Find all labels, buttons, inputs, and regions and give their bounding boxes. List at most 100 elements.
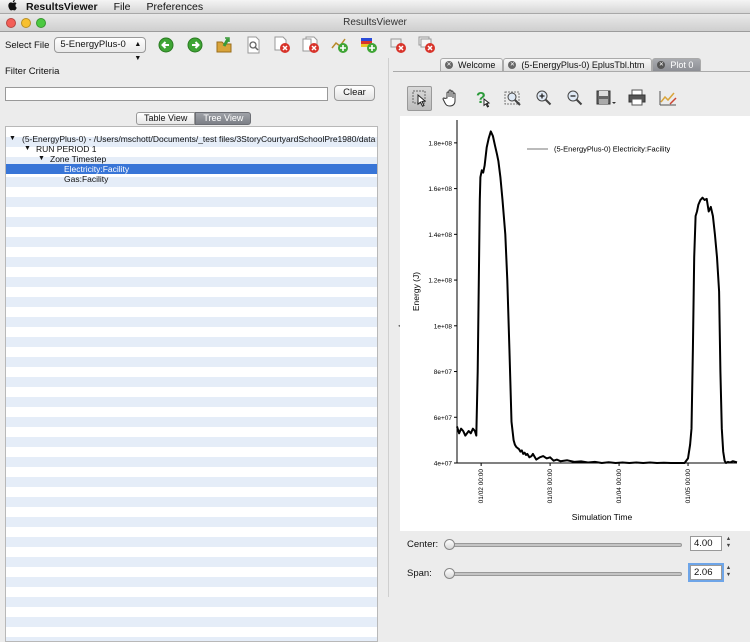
open-file-button[interactable] [215, 36, 233, 54]
x-tick-label: 01/04 00:00 [616, 469, 623, 504]
minimize-window-button[interactable] [21, 18, 31, 28]
close-tab-icon[interactable]: ✕ [657, 61, 666, 69]
close-file-button[interactable] [273, 36, 291, 54]
clear-button[interactable]: Clear [334, 85, 375, 101]
main-toolbar: Select File 5-EnergyPlus-0 ▲ ▼ [0, 32, 750, 62]
y-tick-label: 1.2e+08 [428, 278, 452, 285]
documents-remove-icon [302, 36, 320, 53]
add-color-map-icon [361, 38, 378, 53]
tab-tree-view[interactable]: Tree View [195, 112, 252, 125]
y-tick-label: 1e+08 [434, 323, 453, 330]
close-window-button[interactable] [6, 18, 16, 28]
tab-label: (5-EnergyPlus-0) EplusTbl.htm [521, 60, 645, 70]
tab-plot-0[interactable]: ✕ Plot 0 [652, 58, 702, 71]
document-tabs: ✕ Welcome ✕ (5-EnergyPlus-0) EplusTbl.ht… [440, 58, 702, 71]
zoom-box-icon [504, 91, 521, 106]
print-plot-button[interactable] [624, 86, 649, 111]
legend-entry: (5-EnergyPlus-0) Electricity:Facility [554, 145, 671, 154]
add-illuminance-button[interactable] [360, 36, 378, 54]
series-line [456, 130, 738, 464]
tree-row-label: (5-EnergyPlus-0) - /Users/mschott/Docume… [22, 134, 376, 144]
x-axis-label: Simulation Time [572, 512, 633, 522]
plot-toolbar: ? [407, 84, 686, 112]
tree-row-label: RUN PERIOD 1 [36, 144, 97, 154]
pan-tool-button[interactable] [438, 86, 463, 111]
tab-eplustbl[interactable]: ✕ (5-EnergyPlus-0) EplusTbl.htm [503, 58, 653, 71]
energy-line-chart[interactable]: 4e+07 6e+07 8e+07 1e+08 1.2e+08 1.4e+08 1.6e+0… [400, 116, 750, 531]
right-panel: ✕ Welcome ✕ (5-EnergyPlus-0) EplusTbl.ht… [393, 58, 750, 597]
close-all-files-button[interactable] [302, 36, 320, 54]
filter-criteria-label: Filter Criteria [5, 66, 60, 77]
save-plot-button[interactable] [593, 86, 618, 111]
tab-divider [393, 71, 750, 72]
view-tabs: Table View Tree View [136, 112, 252, 125]
remove-plot-button[interactable] [389, 36, 407, 54]
zoom-in-button[interactable] [531, 86, 556, 111]
close-tab-icon[interactable]: ✕ [445, 61, 453, 69]
y-tick-label: 1.8e+08 [428, 140, 452, 147]
center-label: Center: [407, 539, 439, 550]
close-tab-icon[interactable]: ✕ [508, 61, 517, 69]
y-axis-label: Energy (J) [411, 272, 421, 311]
center-stepper-arrows-icon[interactable]: ▲ ▼ [724, 536, 733, 551]
value-info-button[interactable]: ? [469, 86, 494, 111]
panel-splitter[interactable] [388, 58, 392, 597]
plot-properties-button[interactable] [655, 86, 680, 111]
span-slider-knob[interactable] [444, 568, 455, 579]
tab-table-view[interactable]: Table View [136, 112, 196, 125]
tab-welcome[interactable]: ✕ Welcome [440, 58, 504, 71]
back-arrow-icon [158, 37, 174, 53]
tree-row-gas-facility[interactable]: Gas:Facility [6, 174, 377, 184]
forward-arrow-icon [187, 37, 203, 53]
question-cursor-icon: ? [476, 90, 490, 108]
menu-file[interactable]: File [114, 1, 131, 13]
zoom-in-icon [536, 90, 551, 106]
zoom-out-button[interactable] [562, 86, 587, 111]
tree-row-label: Zone Timestep [50, 154, 107, 164]
forward-button[interactable] [186, 36, 204, 54]
add-plot-button[interactable] [331, 36, 349, 54]
apple-menu-icon[interactable] [0, 0, 26, 14]
center-slider-knob[interactable] [444, 539, 455, 550]
menu-bar: ResultsViewer File Preferences [0, 0, 750, 14]
zoom-box-button[interactable] [500, 86, 525, 111]
find-button[interactable] [244, 36, 262, 54]
expand-triangle-icon[interactable]: ▼ [9, 134, 16, 144]
back-button[interactable] [157, 36, 175, 54]
expand-triangle-icon[interactable]: ▼ [24, 144, 31, 154]
tree-row-file[interactable]: ▼ (5-EnergyPlus-0) - /Users/mschott/Docu… [6, 134, 377, 144]
span-spinbox[interactable]: 2.06 [688, 563, 724, 582]
menu-app[interactable]: ResultsViewer [26, 1, 98, 13]
center-slider[interactable] [444, 539, 682, 550]
zoom-window-button[interactable] [36, 18, 46, 28]
tree-row-electricity-facility[interactable]: Electricity:Facility [6, 164, 377, 174]
remove-all-plots-button[interactable] [418, 36, 436, 54]
tab-label: Plot 0 [670, 60, 694, 70]
tab-label: Welcome [458, 60, 496, 70]
span-slider[interactable] [444, 568, 682, 579]
tree-row-run-period[interactable]: ▼ RUN PERIOD 1 [6, 144, 377, 154]
chart-properties-icon [659, 91, 677, 106]
window-titlebar: ResultsViewer [0, 14, 750, 32]
select-tool-button[interactable] [407, 85, 432, 111]
tree-row-label: Gas:Facility [64, 174, 109, 184]
document-search-icon [247, 36, 260, 54]
file-select-dropdown[interactable]: 5-EnergyPlus-0 ▲ ▼ [54, 37, 147, 62]
tree-row-label: Electricity:Facility [64, 164, 130, 174]
window-title: ResultsViewer [343, 17, 407, 28]
tree-row-zone-timestep[interactable]: ▼ Zone Timestep [6, 154, 377, 164]
menu-preferences[interactable]: Preferences [147, 1, 204, 13]
zoom-out-icon [567, 90, 582, 106]
y-tick-label: 6e+07 [434, 415, 453, 422]
printer-icon [628, 89, 645, 106]
center-spinbox[interactable]: 4.00 [690, 536, 722, 551]
filter-input[interactable] [5, 87, 328, 101]
plot-canvas[interactable]: 4e+07 6e+07 8e+07 1e+08 1.2e+08 1.4e+08 1.6e+0… [400, 116, 750, 531]
y-tick-label: 8e+07 [434, 369, 453, 376]
cursor-select-icon [412, 90, 426, 107]
variable-tree[interactable]: ▼ (5-EnergyPlus-0) - /Users/mschott/Docu… [5, 126, 378, 642]
span-stepper-arrows-icon[interactable]: ▲ ▼ [724, 565, 733, 580]
hand-pan-icon [441, 89, 455, 107]
expand-triangle-icon[interactable]: ▼ [38, 154, 45, 164]
y-tick-label: 1.6e+08 [428, 186, 452, 193]
